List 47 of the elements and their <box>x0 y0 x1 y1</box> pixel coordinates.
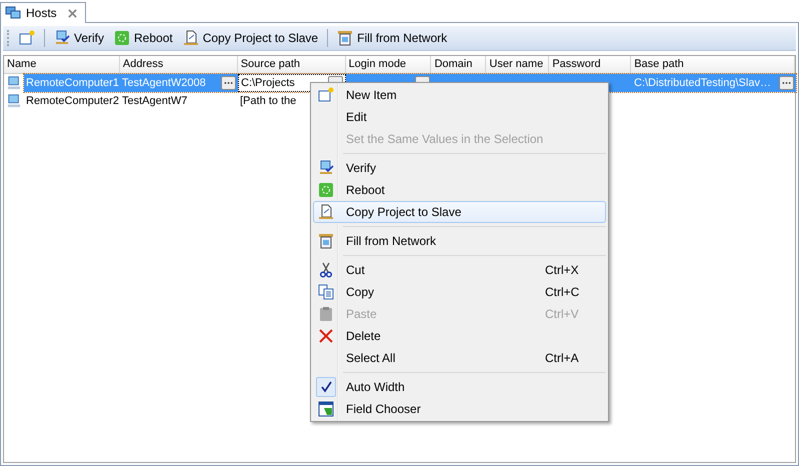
computer-icon <box>7 76 21 90</box>
menu-item[interactable]: Delete <box>313 325 606 347</box>
computers-icon <box>5 5 21 21</box>
table-cell: RemoteComputer1 <box>26 77 119 89</box>
computer-check-icon <box>318 160 334 176</box>
fill-button[interactable]: Fill from Network <box>334 28 450 48</box>
table-cell-text: C:\Projects <box>241 77 296 89</box>
table-cell: RemoteComputer2 <box>26 95 119 107</box>
menu-item[interactable]: Select All Ctrl+A <box>313 347 606 369</box>
verify-button[interactable]: Verify <box>51 28 108 48</box>
reboot-button[interactable]: Reboot <box>111 28 176 48</box>
copy-button[interactable]: Copy Project to Slave <box>180 28 322 48</box>
table-cell-text: C:\DistributedTesting\Slav… <box>634 77 772 89</box>
menu-item[interactable]: Auto Width <box>313 376 606 398</box>
document-transfer-icon <box>182 30 199 46</box>
menu-item[interactable]: Copy Project to Slave <box>313 201 606 223</box>
hosts-tab[interactable]: Hosts <box>0 2 86 23</box>
delete-icon <box>318 328 334 344</box>
computer-icon <box>7 94 21 108</box>
field-chooser-icon <box>318 401 334 417</box>
reboot-icon <box>318 182 334 198</box>
scissors-icon <box>318 262 334 278</box>
reboot-icon <box>114 30 130 46</box>
menu-item[interactable]: Field Chooser <box>313 398 606 420</box>
menu-item[interactable]: Verify <box>313 157 606 179</box>
ellipsis-button[interactable] <box>221 76 236 90</box>
network-list-icon <box>337 30 354 46</box>
menu-item[interactable]: Edit <box>313 106 606 128</box>
ellipsis-icon <box>224 81 233 85</box>
clipboard-icon <box>318 306 334 322</box>
table-cell-text: TestAgentW7 <box>122 95 188 107</box>
menu-item[interactable]: Reboot <box>313 179 606 201</box>
table-cell-text: TestAgentW2008 <box>122 77 207 89</box>
table-cell-text: [Path to the <box>240 95 298 107</box>
computer-check-icon <box>54 30 70 46</box>
ellipsis-icon <box>782 81 791 85</box>
close-icon[interactable] <box>68 8 77 18</box>
menu-item[interactable]: New Item <box>313 84 606 106</box>
menu-item[interactable]: Cut Ctrl+X <box>313 259 606 281</box>
document-transfer-icon <box>318 204 334 220</box>
new-item-icon <box>318 87 334 103</box>
copy-icon <box>318 284 334 300</box>
network-list-icon <box>318 233 334 249</box>
new-item-icon <box>19 30 35 46</box>
menu-item[interactable]: Copy Ctrl+C <box>313 281 606 303</box>
ellipsis-button[interactable] <box>779 76 794 90</box>
menu-item[interactable]: Fill from Network <box>313 230 606 252</box>
